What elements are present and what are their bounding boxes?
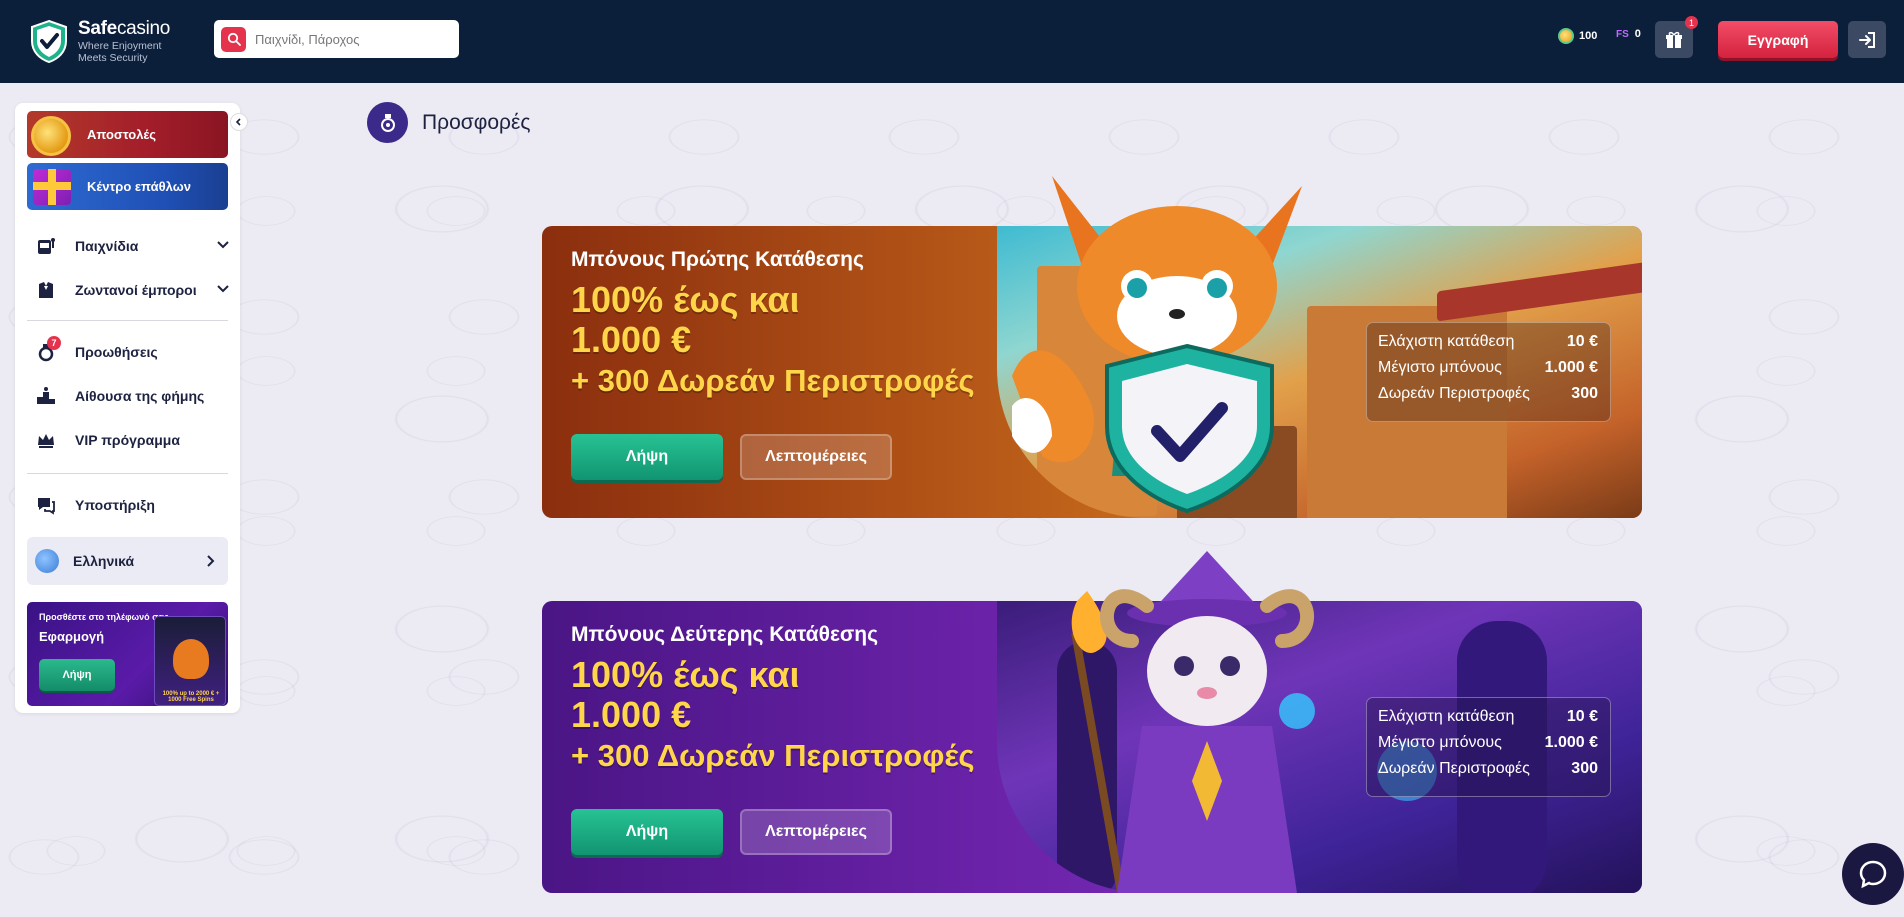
divider bbox=[27, 320, 228, 321]
login-icon bbox=[1859, 31, 1875, 48]
details-button[interactable]: Λεπτομέρειες bbox=[740, 809, 892, 855]
sidebar-item-label: VIP πρόγραμμα bbox=[75, 432, 180, 448]
login-button[interactable] bbox=[1848, 21, 1886, 58]
logo[interactable]: Safecasino Where Enjoyment Meets Securit… bbox=[28, 18, 174, 64]
offer-free-spins: + 300 Δωρεάν Περιστροφές bbox=[571, 738, 975, 773]
language-selector[interactable]: Ελληνικά bbox=[27, 537, 228, 585]
chevron-down-icon bbox=[217, 285, 229, 293]
sidebar-item-games[interactable]: Παιχνίδια bbox=[35, 231, 230, 261]
coin-icon bbox=[1558, 28, 1574, 44]
sidebar-item-live-dealers[interactable]: Ζωντανοί έμποροι bbox=[35, 275, 230, 305]
details-button[interactable]: Λεπτομέρειες bbox=[740, 434, 892, 480]
app-promo-line2: Εφαρμογή bbox=[39, 629, 105, 644]
live-chat-button[interactable] bbox=[1842, 843, 1904, 905]
wizard-goat-mascot-icon bbox=[1071, 551, 1315, 893]
slot-machine-icon bbox=[35, 235, 57, 257]
medal-icon bbox=[31, 116, 71, 156]
app-download-button[interactable]: Λήψη bbox=[39, 659, 115, 691]
sidebar-item-vip[interactable]: VIP πρόγραμμα bbox=[35, 425, 230, 455]
logo-tagline: Where Enjoyment Meets Security bbox=[78, 40, 162, 64]
sidebar-item-label: Προωθήσεις bbox=[75, 344, 158, 360]
language-label: Ελληνικά bbox=[73, 553, 135, 569]
podium-icon bbox=[35, 385, 57, 407]
free-spins-count: 0 bbox=[1634, 28, 1641, 40]
missions-label: Αποστολές bbox=[87, 127, 157, 142]
sidebar-item-support[interactable]: Υποστήριξη bbox=[35, 490, 230, 520]
register-button[interactable]: Εγγραφή bbox=[1718, 21, 1838, 58]
chevron-down-icon bbox=[217, 241, 229, 249]
offer-free-spins: + 300 Δωρεάν Περιστροφές bbox=[571, 363, 975, 398]
fox-mascot-icon bbox=[173, 639, 209, 679]
info-row-min-deposit: Ελάχιστη κατάθεση 10 € bbox=[1378, 333, 1598, 350]
sidebar-item-label: Υποστήριξη bbox=[75, 497, 155, 513]
gift-badge: 1 bbox=[1685, 16, 1698, 29]
info-row-min-deposit: Ελάχιστη κατάθεση 10 € bbox=[1378, 708, 1598, 725]
info-row-free-spins: Δωρεάν Περιστροφές 300 bbox=[1378, 385, 1598, 402]
support-icon bbox=[35, 494, 57, 516]
app-promo-banner[interactable]: Προσθέστε στο τηλέφωνό σας Εφαρμογή Λήψη… bbox=[27, 602, 228, 706]
chevron-left-icon bbox=[235, 118, 241, 126]
search-box[interactable] bbox=[214, 20, 459, 58]
claim-button[interactable]: Λήψη bbox=[571, 809, 723, 855]
top-header: Safecasino Where Enjoyment Meets Securit… bbox=[0, 0, 1904, 83]
sidebar-collapse-button[interactable] bbox=[230, 113, 248, 131]
offer-info-box: Ελάχιστη κατάθεση 10 € Μέγιστο μπόνους 1.0… bbox=[1366, 322, 1611, 422]
gift-icon bbox=[1666, 31, 1682, 48]
divider bbox=[27, 473, 228, 474]
app-promo-line1: Προσθέστε στο τηλέφωνό σας bbox=[39, 612, 169, 622]
chat-icon bbox=[1859, 860, 1887, 889]
offer-card-first-deposit: Μπόνους Πρώτης Κατάθεσης 100% έως και 1.… bbox=[542, 176, 1642, 518]
coin-balance[interactable]: 100 bbox=[1558, 28, 1597, 44]
free-spins-icon: FS bbox=[1616, 28, 1629, 40]
rewards-label: Κέντρο επάθλων bbox=[87, 179, 191, 194]
logo-name: Safecasino bbox=[78, 18, 171, 39]
coin-count: 100 bbox=[1579, 30, 1598, 42]
offer-subtitle: Μπόνους Πρώτης Κατάθεσης bbox=[571, 248, 864, 271]
sidebar-item-label: Αίθουσα της φήμης bbox=[75, 388, 205, 404]
dealer-icon bbox=[35, 279, 57, 301]
missions-button[interactable]: Αποστολές bbox=[27, 111, 228, 158]
info-row-max-bonus: Μέγιστο μπόνους 1.000 € bbox=[1378, 734, 1598, 751]
gift-button[interactable]: 1 bbox=[1655, 16, 1698, 58]
offer-headline: 100% έως και 1.000 € bbox=[571, 654, 800, 735]
gift-box-icon bbox=[33, 169, 71, 205]
sidebar: Αποστολές Κέντρο επάθλων Παιχνίδια Ζωντα… bbox=[15, 103, 240, 713]
search-icon[interactable] bbox=[221, 26, 246, 52]
fox-mascot-icon bbox=[1012, 176, 1302, 514]
offer-card-second-deposit: Μπόνους Δεύτερης Κατάθεσης 100% έως και … bbox=[542, 551, 1642, 893]
promotions-icon: 7 bbox=[35, 336, 61, 363]
claim-button[interactable]: Λήψη bbox=[571, 434, 723, 480]
offer-headline: 100% έως και 1.000 € bbox=[571, 279, 800, 360]
sidebar-item-label: Παιχνίδια bbox=[75, 238, 139, 254]
offer-subtitle: Μπόνους Δεύτερης Κατάθεσης bbox=[571, 623, 879, 646]
shield-logo-icon bbox=[31, 19, 67, 63]
page-title: Προσφορές bbox=[422, 110, 531, 134]
promotions-badge: 7 bbox=[47, 336, 61, 350]
rewards-center-button[interactable]: Κέντρο επάθλων bbox=[27, 163, 228, 210]
phone-text: 100% up to 2000 € + 1000 Free Spins bbox=[162, 691, 220, 703]
promotions-icon bbox=[367, 102, 408, 143]
globe-icon bbox=[35, 549, 59, 573]
info-row-max-bonus: Μέγιστο μπόνους 1.000 € bbox=[1378, 359, 1598, 376]
chevron-right-icon bbox=[207, 555, 215, 567]
page-header: Προσφορές bbox=[367, 102, 530, 143]
offer-info-box: Ελάχιστη κατάθεση 10 € Μέγιστο μπόνους 1.0… bbox=[1366, 697, 1611, 797]
sidebar-item-label: Ζωντανοί έμποροι bbox=[75, 282, 197, 298]
free-spins-balance[interactable]: FS 0 bbox=[1616, 28, 1641, 40]
sidebar-item-hall-of-fame[interactable]: Αίθουσα της φήμης bbox=[35, 381, 230, 411]
sidebar-item-promotions[interactable]: 7 Προωθήσεις bbox=[35, 336, 230, 367]
search-input[interactable] bbox=[255, 31, 445, 47]
phone-image: 100% up to 2000 € + 1000 Free Spins bbox=[154, 616, 226, 706]
crown-icon bbox=[35, 429, 57, 451]
info-row-free-spins: Δωρεάν Περιστροφές 300 bbox=[1378, 760, 1598, 777]
